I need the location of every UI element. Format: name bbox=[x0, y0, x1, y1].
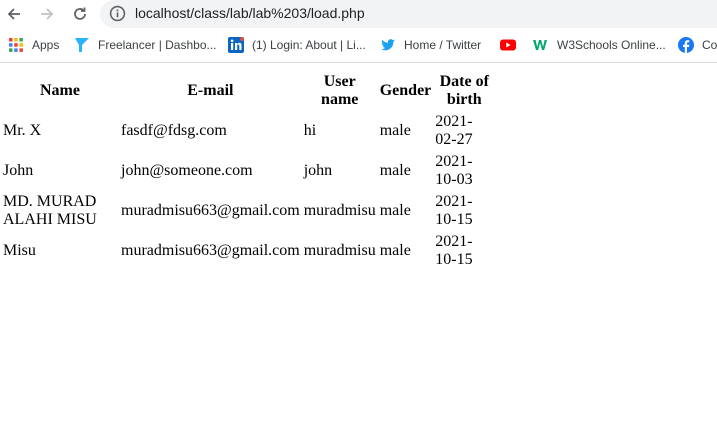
arrow-left-icon bbox=[7, 8, 20, 20]
page-content: Name E-mail User name Gender Date of bir… bbox=[0, 70, 496, 272]
cell-date-of-birth: 2021-10-15 bbox=[435, 233, 473, 268]
table-row: John john@someone.com john male 2021-10-… bbox=[2, 152, 494, 190]
cell-username: hi bbox=[303, 122, 317, 139]
info-icon[interactable] bbox=[109, 5, 126, 27]
cell-email: fasdf@fdsg.com bbox=[121, 122, 227, 139]
bookmark-label: Home / Twitter bbox=[404, 38, 482, 52]
table-row: MD. MURAD ALAHI MISU muradmisu663@gmail.… bbox=[2, 192, 494, 230]
cell-email: muradmisu663@gmail.com bbox=[121, 202, 300, 219]
apps-grid-icon bbox=[9, 38, 23, 52]
bookmark-twitter[interactable]: Home / Twitter bbox=[380, 36, 481, 54]
youtube-icon bbox=[500, 39, 516, 51]
table-header-row: Name E-mail User name Gender Date of bir… bbox=[2, 72, 494, 110]
bookmark-label: W3Schools Online... bbox=[557, 38, 666, 52]
cell-date-of-birth: 2021-02-27 bbox=[435, 113, 473, 148]
cell-username: muradmisu bbox=[303, 242, 376, 259]
twitter-icon bbox=[381, 39, 395, 51]
header-name: Name bbox=[40, 82, 80, 99]
cell-email: muradmisu663@gmail.com bbox=[121, 242, 300, 259]
reload-button[interactable] bbox=[69, 3, 91, 25]
header-email: E-mail bbox=[187, 82, 234, 99]
bookmark-label: Apps bbox=[32, 38, 60, 52]
table-row: Mr. X fasdf@fdsg.com hi male 2021-02-27 bbox=[2, 112, 494, 150]
header-gender: Gender bbox=[379, 82, 432, 99]
browser-toolbar: localhost/class/lab/lab%203/load.php bbox=[0, 0, 717, 28]
cell-gender: male bbox=[379, 162, 411, 179]
facebook-icon bbox=[678, 37, 694, 53]
address-url[interactable]: localhost/class/lab/lab%203/load.php bbox=[135, 5, 365, 21]
cell-name: Mr. X bbox=[3, 122, 42, 139]
address-bar[interactable]: localhost/class/lab/lab%203/load.php bbox=[100, 0, 717, 28]
cell-gender: male bbox=[379, 242, 411, 259]
forward-button[interactable] bbox=[36, 3, 58, 25]
back-button[interactable] bbox=[3, 3, 25, 25]
cell-username: john bbox=[303, 162, 333, 179]
bookmark-label: Co bbox=[702, 38, 717, 52]
bookmarks-bar: Apps Freelancer | Dashbo... (1) Login: A… bbox=[0, 28, 717, 63]
bookmark-linkedin[interactable]: (1) Login: About | Li... bbox=[228, 36, 366, 54]
bookmark-label: (1) Login: About | Li... bbox=[252, 38, 366, 52]
bookmark-facebook[interactable]: Co bbox=[678, 36, 717, 54]
bookmark-label: Freelancer | Dashbo... bbox=[98, 38, 217, 52]
cell-name: MD. MURAD ALAHI MISU bbox=[3, 193, 97, 228]
cell-gender: male bbox=[379, 202, 411, 219]
cell-email: john@someone.com bbox=[121, 162, 253, 179]
cell-date-of-birth: 2021-10-15 bbox=[435, 193, 473, 228]
cell-username: muradmisu bbox=[303, 202, 376, 219]
bookmark-freelancer[interactable]: Freelancer | Dashbo... bbox=[74, 36, 217, 54]
w3schools-icon bbox=[533, 40, 547, 50]
bookmark-youtube[interactable] bbox=[500, 36, 524, 54]
reload-icon bbox=[74, 7, 86, 20]
bookmark-w3schools[interactable]: W3Schools Online... bbox=[533, 36, 666, 54]
arrow-right-icon bbox=[41, 8, 54, 20]
cell-name: Misu bbox=[3, 242, 36, 259]
cell-name: John bbox=[3, 162, 34, 179]
cell-gender: male bbox=[379, 122, 411, 139]
linkedin-icon bbox=[228, 37, 244, 53]
cell-date-of-birth: 2021-10-03 bbox=[435, 153, 473, 188]
header-username: User name bbox=[321, 73, 359, 108]
table-row: Misu muradmisu663@gmail.com muradmisu ma… bbox=[2, 232, 494, 270]
users-table: Name E-mail User name Gender Date of bir… bbox=[0, 70, 496, 272]
freelancer-icon bbox=[75, 38, 89, 52]
header-date-of-birth: Date of birth bbox=[439, 73, 489, 108]
bookmark-apps[interactable]: Apps bbox=[8, 36, 59, 54]
